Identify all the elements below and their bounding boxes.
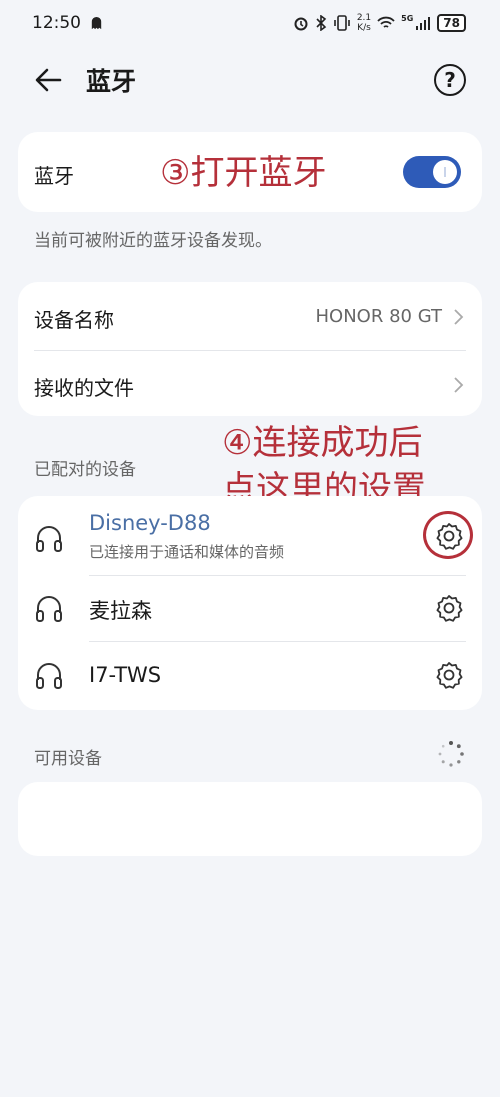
bluetooth-label: 蓝牙 xyxy=(34,164,74,188)
discoverable-text: 当前可被附近的蓝牙设备发现。 xyxy=(34,231,272,251)
toggle-knob xyxy=(433,160,457,184)
wifi-icon xyxy=(377,16,395,28)
device-name: I7-TWS xyxy=(89,663,162,687)
headphones-icon xyxy=(36,526,62,552)
received-files-row[interactable]: 接收的文件 xyxy=(18,350,482,416)
device-name: Disney-D88 xyxy=(89,511,211,535)
loading-spinner-icon xyxy=(438,741,464,767)
network-speed: 2.1 K/s xyxy=(356,13,372,33)
status-time: 12:50 xyxy=(32,13,81,33)
paired-device-row[interactable]: Disney-D88 已连接用于通话和媒体的音频 xyxy=(18,496,482,574)
gear-icon[interactable] xyxy=(434,660,464,690)
available-section-label: 可用设备 xyxy=(34,749,102,769)
headphones-icon xyxy=(36,663,62,689)
status-bar: 12:50 2.1 K/s 5G 78 xyxy=(0,0,500,46)
headphones-icon xyxy=(36,596,62,622)
page-title: 蓝牙 xyxy=(86,67,137,96)
annotation-connected-settings-1: ④连接成功后 xyxy=(222,423,423,463)
device-name-value: HONOR 80 GT xyxy=(315,306,443,327)
gear-icon[interactable] xyxy=(434,593,464,623)
paired-device-row[interactable]: I7-TWS xyxy=(18,641,482,710)
alarm-icon xyxy=(294,17,308,31)
vibrate-icon xyxy=(334,15,350,31)
paired-section-label: 已配对的设备 xyxy=(34,460,136,480)
ghost-icon xyxy=(91,16,102,29)
received-files-label: 接收的文件 xyxy=(34,376,134,400)
device-name: 麦拉森 xyxy=(89,599,152,623)
annotation-circle xyxy=(423,511,473,559)
device-status: 已连接用于通话和媒体的音频 xyxy=(89,543,285,561)
annotation-open-bluetooth: ③打开蓝牙 xyxy=(160,153,327,193)
device-name-label: 设备名称 xyxy=(34,308,114,332)
bluetooth-status-icon xyxy=(316,15,327,31)
device-name-row[interactable]: 设备名称 HONOR 80 GT xyxy=(18,282,482,350)
chevron-right-icon xyxy=(454,377,464,393)
app-header: 蓝牙 ? xyxy=(0,52,500,108)
available-devices-card xyxy=(18,782,482,856)
help-icon[interactable]: ? xyxy=(434,64,466,96)
back-arrow-icon[interactable] xyxy=(32,64,64,96)
paired-device-row[interactable]: 麦拉森 xyxy=(18,575,482,641)
chevron-right-icon xyxy=(454,309,464,325)
network-type: 5G xyxy=(401,13,414,23)
battery-icon: 78 xyxy=(437,14,466,32)
signal-icon xyxy=(416,17,431,30)
bluetooth-toggle[interactable] xyxy=(403,156,461,188)
